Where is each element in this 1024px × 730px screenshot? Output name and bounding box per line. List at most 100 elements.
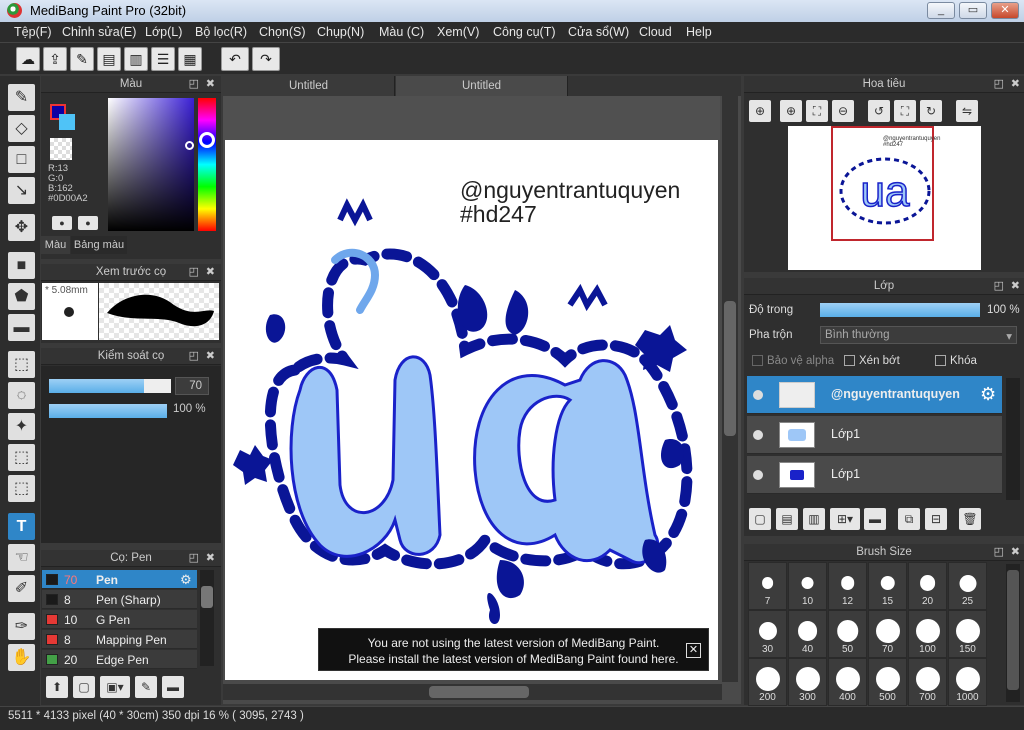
brush-list-scrollbar[interactable] <box>200 570 214 666</box>
close-panel-icon[interactable]: ✖ <box>1011 278 1020 295</box>
upload-icon[interactable]: ⇪ <box>43 47 67 71</box>
new-1bit-layer-icon[interactable]: ▥ <box>803 508 825 530</box>
trash-icon[interactable]: 🗑 <box>959 508 981 530</box>
eyedropper-tool-icon[interactable]: ✑ <box>8 613 35 640</box>
undock-icon[interactable]: ◰ <box>189 550 199 567</box>
folder-icon[interactable]: ▬ <box>864 508 886 530</box>
brush-tool-icon[interactable]: ✎ <box>8 84 35 111</box>
close-panel-icon[interactable]: ✖ <box>206 348 215 365</box>
clipping-checkbox[interactable]: Xén bớt <box>844 355 900 367</box>
menu-filter[interactable]: Bộ lọc(R) <box>195 25 247 39</box>
menu-tools[interactable]: Công cụ(T) <box>493 25 556 39</box>
brush-size-option[interactable]: 100 <box>908 610 947 658</box>
select-tool-icon[interactable]: ⬚ <box>8 351 35 378</box>
undock-icon[interactable]: ◰ <box>994 544 1004 561</box>
brush-size-option[interactable]: 25 <box>948 562 987 610</box>
tab-palette[interactable]: Bảng màu <box>71 236 127 254</box>
text-tool-icon[interactable]: T <box>8 513 35 540</box>
visibility-icon[interactable] <box>753 390 763 400</box>
comment-icon[interactable]: ✎ <box>70 47 94 71</box>
eraser-tool-icon[interactable]: ◇ <box>8 115 35 142</box>
cloud-icon[interactable]: ☁ <box>16 47 40 71</box>
layer-item-layer1-b[interactable]: Lớp1 <box>747 456 1002 494</box>
dot-tool-icon[interactable]: ↘ <box>8 177 35 204</box>
menu-cloud[interactable]: Cloud <box>639 25 672 39</box>
brush-size-option[interactable]: 1000 <box>948 658 987 706</box>
brush-item-g-pen[interactable]: 10 G Pen <box>42 610 197 629</box>
brush-size-option[interactable]: 300 <box>788 658 827 706</box>
list-icon[interactable]: ☰ <box>151 47 175 71</box>
drawing-canvas[interactable]: @nguyentrantuquyen #hd247 <box>225 140 718 680</box>
speech-icon[interactable]: ▤ <box>97 47 121 71</box>
fit-window-icon[interactable]: ⛶ <box>806 100 828 122</box>
brush-size-option[interactable]: 150 <box>948 610 987 658</box>
brush-size-option[interactable]: 400 <box>828 658 867 706</box>
palette-add-icon[interactable]: ● <box>52 216 72 230</box>
brush-settings-icon[interactable]: ✎ <box>135 676 157 698</box>
vertical-scrollbar[interactable] <box>722 96 738 682</box>
tab-color[interactable]: Màu <box>41 236 70 254</box>
fit-icon[interactable]: ⛶ <box>894 100 916 122</box>
undock-icon[interactable]: ◰ <box>189 264 199 281</box>
brush-item-mapping-pen[interactable]: 8 Mapping Pen <box>42 630 197 649</box>
brush-item-edge-pen[interactable]: 20 Edge Pen <box>42 650 197 669</box>
undock-icon[interactable]: ◰ <box>189 348 199 365</box>
gradient-tool-icon[interactable]: ▬ <box>8 314 35 341</box>
add-layer-menu-icon[interactable]: ⊞▾ <box>830 508 860 530</box>
menu-layer[interactable]: Lớp(L) <box>145 25 182 39</box>
flip-icon[interactable]: ⇋ <box>956 100 978 122</box>
magic-wand-tool-icon[interactable]: ✦ <box>8 413 35 440</box>
view-rectangle[interactable]: ua @nguyentrantuquyen #hd247 <box>831 126 940 241</box>
background-color-swatch[interactable] <box>59 114 75 130</box>
menu-capture[interactable]: Chụp(N) <box>317 25 364 39</box>
dropper-tool-icon[interactable]: ✐ <box>8 575 35 602</box>
visibility-icon[interactable] <box>753 430 763 440</box>
undock-icon[interactable]: ◰ <box>994 278 1004 295</box>
size-slider-track[interactable] <box>49 379 171 393</box>
protect-alpha-checkbox[interactable]: Bảo vệ alpha <box>752 355 834 367</box>
merge-layer-icon[interactable]: ⊟ <box>925 508 947 530</box>
menu-view[interactable]: Xem(V) <box>437 25 479 39</box>
brush-size-option[interactable]: 20 <box>908 562 947 610</box>
operation-tool-icon[interactable]: ☜ <box>8 544 35 571</box>
zoom-fit-icon[interactable]: ⊕ <box>749 100 771 122</box>
close-panel-icon[interactable]: ✖ <box>1011 544 1020 561</box>
size-value[interactable]: 70 <box>175 377 209 395</box>
brush-size-option[interactable]: 12 <box>828 562 867 610</box>
navigator-preview[interactable]: ua @nguyentrantuquyen #hd247 <box>788 126 981 270</box>
redo-button[interactable]: ↷ <box>252 47 280 71</box>
brush-size-option[interactable]: 40 <box>788 610 827 658</box>
new-layer-icon[interactable]: ▢ <box>749 508 771 530</box>
shape-tool-icon[interactable]: □ <box>8 146 35 173</box>
gear-icon[interactable]: ⚙ <box>980 384 996 405</box>
undock-icon[interactable]: ◰ <box>189 76 199 93</box>
notice-close-icon[interactable]: ✕ <box>686 643 701 658</box>
copy-brush-icon[interactable]: ▣▾ <box>100 676 130 698</box>
layer-opacity-slider[interactable] <box>820 303 980 317</box>
close-panel-icon[interactable]: ✖ <box>206 264 215 281</box>
rotate-left-icon[interactable]: ↺ <box>868 100 890 122</box>
hue-handle[interactable] <box>199 132 215 148</box>
brush-size-option[interactable]: 200 <box>748 658 787 706</box>
new-halftone-layer-icon[interactable]: ▤ <box>776 508 798 530</box>
opacity-slider-track[interactable] <box>49 404 167 418</box>
fill-rect-tool-icon[interactable]: ■ <box>8 252 35 279</box>
folder-icon[interactable]: ▬ <box>162 676 184 698</box>
zoom-out-icon[interactable]: ⊖ <box>832 100 854 122</box>
menu-window[interactable]: Cửa sổ(W) <box>568 25 629 39</box>
close-panel-icon[interactable]: ✖ <box>206 550 215 567</box>
minimize-button[interactable]: _ <box>927 2 955 19</box>
maximize-button[interactable]: ▭ <box>959 2 987 19</box>
visibility-icon[interactable] <box>753 470 763 480</box>
close-button[interactable]: ✕ <box>991 2 1019 19</box>
layer-item-layer1[interactable]: Lớp1 <box>747 416 1002 454</box>
new-brush-icon[interactable]: ▢ <box>73 676 95 698</box>
brush-size-option[interactable]: 7 <box>748 562 787 610</box>
menu-edit[interactable]: Chỉnh sửa(E) <box>62 25 136 39</box>
layer-list-scrollbar[interactable] <box>1006 378 1020 500</box>
brush-size-option[interactable]: 50 <box>828 610 867 658</box>
lasso-tool-icon[interactable]: ◌ <box>8 382 35 409</box>
palette-link-icon[interactable]: ● <box>78 216 98 230</box>
brush-item-pen-sharp[interactable]: 8 Pen (Sharp) <box>42 590 197 609</box>
menu-color[interactable]: Màu (C) <box>379 25 424 39</box>
